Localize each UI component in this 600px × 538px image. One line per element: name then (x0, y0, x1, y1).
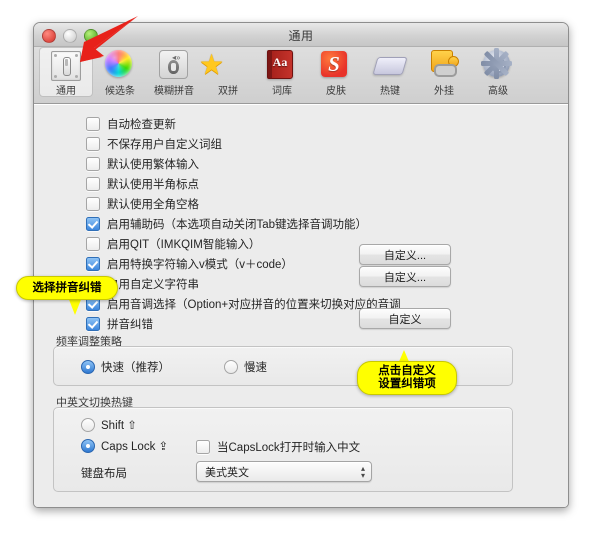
checkbox-row-qit[interactable]: 启用QIT（IMKQIM智能输入） (86, 234, 401, 254)
checkbox-label-capslock-chinese: 当CapsLock打开时输入中文 (217, 442, 361, 454)
callout-right-line1: 点击自定义 (378, 365, 436, 377)
radio-label-fast: 快速（推荐） (101, 362, 170, 374)
checkbox-row-custom-string[interactable]: 启用自定义字符串 (86, 274, 401, 294)
checkbox-label-auxiliary-code: 启用辅助码（本选项自动关闭Tab键选择音调功能） (107, 219, 368, 231)
radio-label-shift: Shift ⇧ (101, 420, 137, 432)
toolbar-item-advanced[interactable]: 高级 (471, 47, 525, 97)
toolbar-item-skin[interactable]: S 皮肤 (309, 47, 363, 97)
radio-shift[interactable] (81, 418, 95, 432)
general-settings-pane: 自动检查更新 不保存用户自定义词组 默认使用繁体输入 默认使用半角标点 默认使用 (34, 104, 568, 507)
checkbox-row-v-mode[interactable]: 启用特换字符输入v模式（v＋code） (86, 254, 401, 274)
keyboard-layout-select[interactable]: 美式英文 ▴ ▾ (196, 461, 372, 482)
callout-select-pinyin-correction: 选择拼音纠错 (16, 276, 118, 300)
checkbox-row-auxiliary-code[interactable]: 启用辅助码（本选项自动关闭Tab键选择音调功能） (86, 214, 401, 234)
hotkey-icon (372, 50, 408, 80)
toolbar-item-dictionary[interactable]: Aa 词库 (255, 47, 309, 97)
toolbar-label-fuzzy-pinyin: 模糊拼音 (154, 86, 194, 97)
custom-v-mode-button[interactable]: 自定义... (359, 244, 451, 265)
toolbar-label-plugin: 外挂 (434, 86, 454, 97)
toolbar-label-candidate-bar: 候选条 (105, 86, 135, 97)
toolbar-item-hotkey[interactable]: 热键 (363, 47, 417, 97)
checkbox-no-save-phrases[interactable] (86, 137, 100, 151)
gear-icon (481, 48, 513, 80)
radio-row-capslock[interactable]: Caps Lock ⇪ (81, 439, 168, 453)
checkbox-halfwidth-punct[interactable] (86, 177, 100, 191)
checkbox-auto-update[interactable] (86, 117, 100, 131)
checkbox-row-capslock-chinese[interactable]: 当CapsLock打开时输入中文 (196, 439, 360, 455)
checkbox-row-pinyin-correction[interactable]: 拼音纠错 (86, 314, 401, 334)
radio-fast[interactable] (81, 360, 95, 374)
checkbox-qit[interactable] (86, 237, 100, 251)
checkbox-label-qit: 启用QIT（IMKQIM智能输入） (107, 239, 261, 251)
toolbar-label-general: 通用 (56, 86, 76, 97)
checkbox-label-custom-string: 启用自定义字符串 (107, 279, 199, 291)
checkbox-label-pinyin-correction: 拼音纠错 (107, 319, 153, 331)
toolbar-item-fuzzy-pinyin[interactable]: ◂» 模糊拼音 (147, 47, 201, 97)
callout-right-line2: 设置纠错项 (378, 378, 436, 390)
radio-label-slow: 慢速 (244, 362, 267, 374)
checkbox-label-halfwidth-punct: 默认使用半角标点 (107, 179, 199, 191)
radio-label-capslock: Caps Lock ⇪ (101, 441, 169, 453)
toolbar-item-shuangpin[interactable]: ★ 双拼 (199, 47, 255, 98)
hotkey-group-box: Shift ⇧ Caps Lock ⇪ 当CapsLock打开时输入中文 键盘布… (53, 407, 513, 492)
callout-click-custom: 点击自定义 设置纠错项 (357, 361, 457, 395)
toolbar-item-plugin[interactable]: 外挂 (417, 47, 471, 97)
checkbox-row-no-save-phrases[interactable]: 不保存用户自定义词组 (86, 134, 401, 154)
custom-correction-button[interactable]: 自定义 (359, 308, 451, 329)
dictionary-icon: Aa (267, 50, 297, 80)
checkbox-pinyin-correction[interactable] (86, 317, 100, 331)
radio-slow[interactable] (224, 360, 238, 374)
screenshot-root: 通用 通用 候选条 ◂» 模糊拼音 ★ 双拼 Aa 词库 S 皮肤 热键 外挂 … (0, 0, 600, 538)
checkbox-label-v-mode: 启用特换字符输入v模式（v＋code） (107, 259, 293, 271)
checkbox-fullwidth-space[interactable] (86, 197, 100, 211)
checkbox-label-no-save-phrases: 不保存用户自定义词组 (107, 139, 222, 151)
radio-row-slow[interactable]: 慢速 (224, 359, 267, 375)
toolbar-label-dictionary: 词库 (272, 86, 292, 97)
toolbar-label-shuangpin: 双拼 (218, 86, 238, 97)
keyboard-layout-value: 美式英文 (205, 466, 249, 479)
toolbar-label-advanced: 高级 (488, 86, 508, 97)
preferences-window: 通用 通用 候选条 ◂» 模糊拼音 ★ 双拼 Aa 词库 S 皮肤 热键 外挂 … (33, 22, 569, 508)
skin-icon: S (321, 50, 351, 80)
radio-row-shift[interactable]: Shift ⇧ (81, 418, 137, 432)
checkbox-label-auto-update: 自动检查更新 (107, 119, 176, 131)
toolbar-label-hotkey: 热键 (380, 86, 400, 97)
checkbox-capslock-chinese[interactable] (196, 440, 210, 454)
checkbox-label-tone-select: 启用音调选择（Option+对应拼音的位置来切换对应的音调 (107, 299, 401, 311)
checkbox-row-traditional[interactable]: 默认使用繁体输入 (86, 154, 401, 174)
options-checkbox-list: 自动检查更新 不保存用户自定义词组 默认使用繁体输入 默认使用半角标点 默认使用 (86, 114, 401, 334)
radio-row-fast[interactable]: 快速（推荐） (81, 359, 170, 375)
checkbox-v-mode[interactable] (86, 257, 100, 271)
custom-string-button[interactable]: 自定义... (359, 266, 451, 287)
red-arrow-annotation (80, 16, 138, 62)
fuzzy-pinyin-icon: ◂» (159, 50, 189, 80)
checkbox-traditional[interactable] (86, 157, 100, 171)
keyboard-layout-label-wrap: 键盘布局 (81, 465, 127, 481)
checkbox-auxiliary-code[interactable] (86, 217, 100, 231)
checkbox-row-fullwidth-space[interactable]: 默认使用全角空格 (86, 194, 401, 214)
plugin-icon (429, 50, 459, 80)
checkbox-label-fullwidth-space: 默认使用全角空格 (107, 199, 199, 211)
checkbox-row-auto-update[interactable]: 自动检查更新 (86, 114, 401, 134)
checkbox-row-tone-select[interactable]: 启用音调选择（Option+对应拼音的位置来切换对应的音调 (86, 294, 401, 314)
radio-capslock[interactable] (81, 439, 95, 453)
star-icon: ★ (199, 49, 225, 80)
checkbox-row-halfwidth-punct[interactable]: 默认使用半角标点 (86, 174, 401, 194)
keyboard-layout-label: 键盘布局 (81, 468, 127, 480)
checkbox-label-traditional: 默认使用繁体输入 (107, 159, 199, 171)
toolbar-label-skin: 皮肤 (326, 86, 346, 97)
chevron-updown-icon: ▴ ▾ (360, 463, 365, 480)
